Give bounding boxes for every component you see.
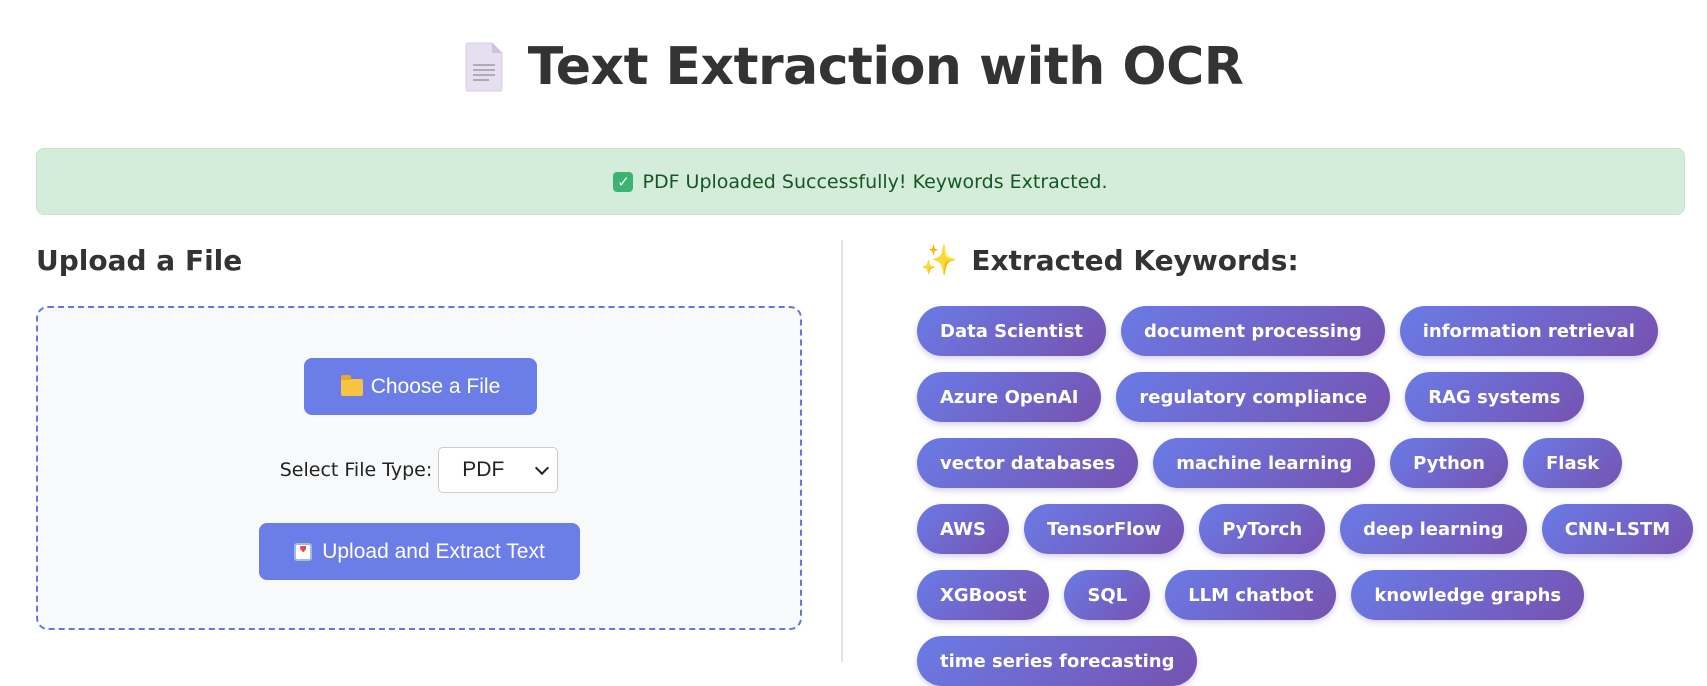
upload-drop-zone[interactable]: Choose a File Select File Type: PDF Uplo… [36, 306, 802, 630]
keyword-tag: vector databases [917, 438, 1139, 488]
file-type-select[interactable]: PDF [438, 447, 559, 493]
checkmark-icon: ✓ [613, 171, 634, 192]
column-divider [841, 240, 843, 662]
keyword-tag: Python [1390, 438, 1508, 488]
keyword-tag: SQL [1064, 570, 1151, 620]
folder-icon [340, 375, 363, 396]
page-title: Text Extraction with OCR [527, 37, 1244, 97]
keyword-tag: AWS [917, 504, 1009, 554]
upload-heading: Upload a File [36, 244, 243, 277]
keyword-tag: Azure OpenAI [917, 372, 1102, 422]
keyword-tag: regulatory compliance [1116, 372, 1391, 422]
keyword-tag: TensorFlow [1023, 504, 1185, 554]
keyword-tag: time series forecasting [917, 636, 1198, 686]
choose-file-label: Choose a File [370, 374, 501, 398]
keyword-tag: PyTorch [1199, 504, 1326, 554]
keyword-tag: document processing [1121, 306, 1385, 356]
chevron-down-icon [535, 460, 550, 476]
inbox-tray-icon [294, 542, 313, 561]
keywords-heading-row: ✨ Extracted Keywords: [920, 244, 1299, 277]
keyword-tag: machine learning [1153, 438, 1376, 488]
page-header: Text Extraction with OCR [0, 30, 1707, 104]
document-icon [464, 41, 504, 93]
keyword-tag: knowledge graphs [1351, 570, 1585, 620]
upload-extract-label: Upload and Extract Text [322, 539, 545, 563]
keyword-tag: Data Scientist [917, 306, 1107, 356]
upload-extract-button[interactable]: Upload and Extract Text [259, 523, 580, 580]
success-alert: ✓ PDF Uploaded Successfully! Keywords Ex… [36, 148, 1685, 215]
sparkles-icon: ✨ [920, 242, 958, 278]
file-type-label: Select File Type: [279, 459, 433, 481]
keyword-tag: XGBoost [917, 570, 1050, 620]
keyword-tag: RAG systems [1405, 372, 1584, 422]
keyword-tag: deep learning [1340, 504, 1527, 554]
keyword-tag: Flask [1522, 438, 1623, 488]
keyword-tag: information retrieval [1399, 306, 1658, 356]
alert-message: PDF Uploaded Successfully! Keywords Extr… [642, 170, 1108, 193]
file-type-value: PDF [462, 458, 505, 481]
file-type-row: Select File Type: PDF [38, 447, 800, 493]
choose-file-button[interactable]: Choose a File [304, 358, 537, 415]
keyword-tag: CNN-LSTM [1541, 504, 1694, 554]
keyword-tag: LLM chatbot [1165, 570, 1337, 620]
keywords-heading: Extracted Keywords: [971, 244, 1299, 277]
keyword-tag-list: Data Scientist document processing infor… [917, 306, 1697, 686]
